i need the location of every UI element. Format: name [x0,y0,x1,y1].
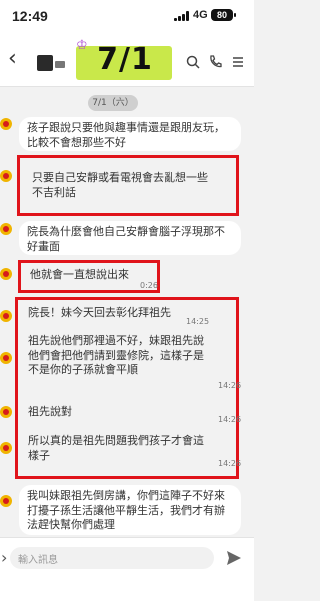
message-bubble: 祖先說對 [20,401,100,421]
phone-icon[interactable] [207,54,223,70]
message-bubble: 院長為什麼會他自己安靜會腦子浮現那不好畫面 [19,221,241,255]
sender-avatar[interactable] [0,442,12,454]
message-bubble: 孩子跟說只要他與趣事情還是跟朋友玩，比較不會想那些不好 [19,117,241,151]
contact-avatar-redacted[interactable] [37,55,53,71]
message-time: 14:26 [218,381,242,390]
status-bar: 12:49 4G 80 [0,0,254,30]
message-bubble: 祖先說他們那裡過不好，妹跟祖先說他們會把他們請到靈修院，這樣子是不是你的子孫就會… [20,330,216,390]
sender-avatar[interactable] [0,406,12,418]
message-time: 14:26 [218,415,242,424]
message-bubble: 只要自己安靜或看電視會去亂想一些不吉利話 [24,167,224,205]
search-icon[interactable] [185,54,201,70]
sender-avatar[interactable] [0,310,12,322]
message-text: 祖先說他們那裡過不好，妹跟祖先說他們會把他們請到靈修院，這樣子是不是你的子孫就會… [28,334,204,376]
message-bubble: 他就會一直想說出來 [22,264,152,286]
message-text: 只要自己安靜或看電視會去亂想一些不吉利話 [32,171,208,199]
send-icon[interactable] [225,549,243,567]
contact-name-redacted [55,61,65,68]
date-separator: 7/1（六） [88,95,138,111]
sender-avatar[interactable] [0,352,12,364]
message-bubble: 所以真的是祖先問題我們孩子才會這樣子 [20,430,216,468]
chat-area[interactable]: 7/1（六） 孩子跟說只要他與趣事情還是跟朋友玩，比較不會想那些不好 只要自己安… [0,87,254,537]
message-text: 孩子跟說只要他與趣事情還是跟朋友玩，比較不會想那些不好 [27,121,225,149]
message-bubble: 我叫妹跟祖先倒房講，你們這陣子不好來打擾子孫生活讓他平靜生活，我們才有辦法趕快幫… [19,485,241,535]
sender-avatar[interactable] [0,118,12,130]
message-text: 所以真的是祖先問題我們孩子才會這樣子 [28,434,204,462]
message-time: 0:26 [140,281,158,290]
message-text: 祖先說對 [28,405,72,418]
message-text: 院長為什麼會他自己安靜會腦子浮現那不好畫面 [27,225,225,253]
chat-header: ‹ ♔ 7/1 [0,30,254,87]
date-sticker: ♔ 7/1 [66,38,184,88]
sticker-text: 7/1 [97,42,153,77]
message-text: 院長！妹今天回去彰化拜祖先 [28,306,171,319]
message-composer: › 輸入訊息 [0,537,254,601]
back-arrow-icon[interactable]: ‹ [8,46,17,71]
message-time: 14:26 [218,459,242,468]
message-time: 14:25 [186,317,210,326]
sender-avatar[interactable] [0,170,12,182]
sender-avatar[interactable] [0,223,12,235]
attach-icon[interactable]: › [1,548,7,567]
menu-icon[interactable] [230,54,246,70]
input-placeholder: 輸入訊息 [18,555,58,566]
sender-avatar[interactable] [0,268,12,280]
message-text: 他就會一直想說出來 [30,268,129,281]
message-text: 我叫妹跟祖先倒房講，你們這陣子不好來打擾子孫生活讓他平靜生活，我們才有辦法趕快幫… [27,489,225,531]
signal-icon [174,11,190,21]
battery-icon: 80 [211,9,236,21]
sender-avatar[interactable] [0,495,12,507]
network-label: 4G [193,9,208,21]
message-input[interactable]: 輸入訊息 [10,547,214,569]
status-time: 12:49 [12,8,48,24]
message-bubble: 院長！妹今天回去彰化拜祖先 [20,302,190,322]
